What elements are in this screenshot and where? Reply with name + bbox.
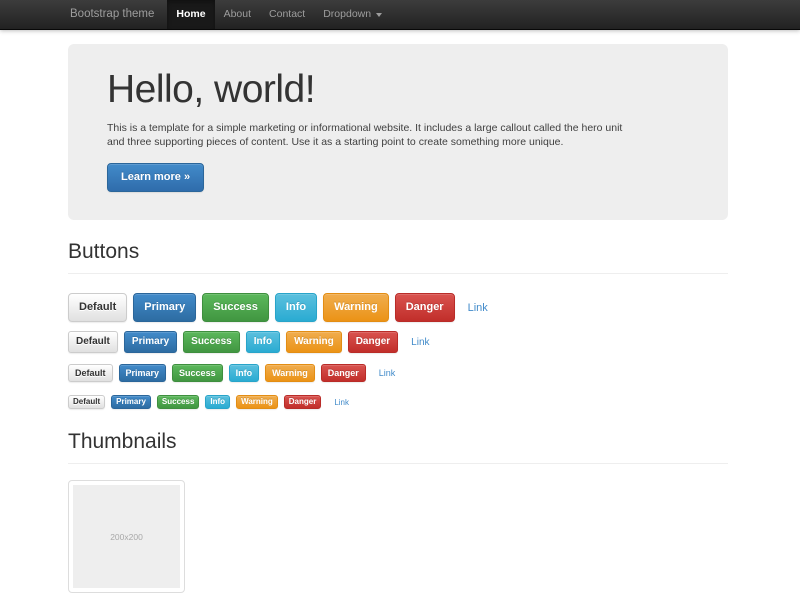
button-row-md: Default Primary Success Info Warning Danger Li… bbox=[68, 331, 728, 353]
hero-description: This is a template for a simple marketin… bbox=[107, 121, 710, 149]
button-primary-lg[interactable]: Primary bbox=[133, 293, 196, 322]
button-danger-md[interactable]: Danger bbox=[348, 331, 398, 353]
button-primary-xs[interactable]: Primary bbox=[111, 395, 151, 409]
nav-item-about[interactable]: About bbox=[215, 0, 260, 29]
nav-item-home[interactable]: Home bbox=[167, 0, 214, 29]
buttons-section-header: Buttons bbox=[68, 240, 728, 274]
thumbnail-placeholder-label: 200x200 bbox=[110, 532, 143, 542]
button-row-xs: Default Primary Success Info Warning Danger Li… bbox=[68, 395, 728, 409]
button-row-sm: Default Primary Success Info Warning Danger Li… bbox=[68, 364, 728, 382]
button-success-xs[interactable]: Success bbox=[157, 395, 199, 409]
button-info-md[interactable]: Info bbox=[246, 331, 280, 353]
button-warning-md[interactable]: Warning bbox=[286, 331, 342, 353]
nav-item-label: Contact bbox=[269, 0, 305, 29]
nav-item-dropdown[interactable]: Dropdown bbox=[314, 0, 391, 29]
learn-more-button[interactable]: Learn more » bbox=[107, 163, 204, 192]
button-link-xs[interactable]: Link bbox=[334, 398, 349, 407]
button-success-md[interactable]: Success bbox=[183, 331, 240, 353]
thumbnails-section-header: Thumbnails bbox=[68, 430, 728, 464]
button-link-sm[interactable]: Link bbox=[379, 368, 396, 378]
button-danger-xs[interactable]: Danger bbox=[284, 395, 322, 409]
button-info-lg[interactable]: Info bbox=[275, 293, 317, 322]
hero-unit: Hello, world! This is a template for a s… bbox=[68, 44, 728, 220]
navbar-inner: Bootstrap theme Home About Contact Dropdown bbox=[70, 0, 391, 29]
button-rows: DefaultPrimarySuccessInfoWarningDangerLi… bbox=[68, 293, 728, 409]
button-info-xs[interactable]: Info bbox=[205, 395, 230, 409]
button-primary-md[interactable]: Primary bbox=[124, 331, 177, 353]
button-link-md[interactable]: Link bbox=[411, 337, 429, 348]
button-danger-lg[interactable]: Danger bbox=[395, 293, 455, 322]
buttons-heading: Buttons bbox=[68, 240, 728, 264]
button-danger-sm[interactable]: Danger bbox=[321, 364, 366, 382]
button-row-lg: DefaultPrimarySuccessInfoWarningDanger Li… bbox=[68, 293, 728, 322]
button-link-lg[interactable]: Link bbox=[468, 302, 488, 314]
button-default-xs[interactable]: Default bbox=[68, 395, 105, 409]
thumbnail-placeholder-image: 200x200 bbox=[73, 485, 180, 588]
button-default-lg[interactable]: Default bbox=[68, 293, 127, 322]
page-content: Hello, world! This is a template for a s… bbox=[68, 44, 728, 593]
button-warning-xs[interactable]: Warning bbox=[236, 395, 278, 409]
nav-item-contact[interactable]: Contact bbox=[260, 0, 314, 29]
button-success-sm[interactable]: Success bbox=[172, 364, 223, 382]
thumbnails-heading: Thumbnails bbox=[68, 430, 728, 454]
hero-description-line: This is a template for a simple marketin… bbox=[107, 121, 710, 135]
button-info-sm[interactable]: Info bbox=[229, 364, 260, 382]
navbar-brand[interactable]: Bootstrap theme bbox=[70, 0, 167, 29]
button-warning-lg[interactable]: Warning bbox=[323, 293, 389, 322]
hero-title: Hello, world! bbox=[107, 69, 710, 111]
nav-item-label: About bbox=[224, 0, 251, 29]
nav-item-label: Dropdown bbox=[323, 0, 371, 29]
hero-description-line: and three supporting pieces of content. … bbox=[107, 135, 710, 149]
button-success-lg[interactable]: Success bbox=[202, 293, 269, 322]
navbar-menu: Home About Contact Dropdown bbox=[167, 0, 391, 29]
navbar: Bootstrap theme Home About Contact Dropdown bbox=[0, 0, 800, 30]
button-warning-sm[interactable]: Warning bbox=[265, 364, 315, 382]
button-default-sm[interactable]: Default bbox=[68, 364, 113, 382]
thumbnail[interactable]: 200x200 bbox=[68, 480, 185, 593]
button-default-md[interactable]: Default bbox=[68, 331, 118, 353]
button-primary-sm[interactable]: Primary bbox=[119, 364, 167, 382]
caret-down-icon bbox=[376, 13, 382, 17]
nav-item-label: Home bbox=[176, 0, 205, 29]
